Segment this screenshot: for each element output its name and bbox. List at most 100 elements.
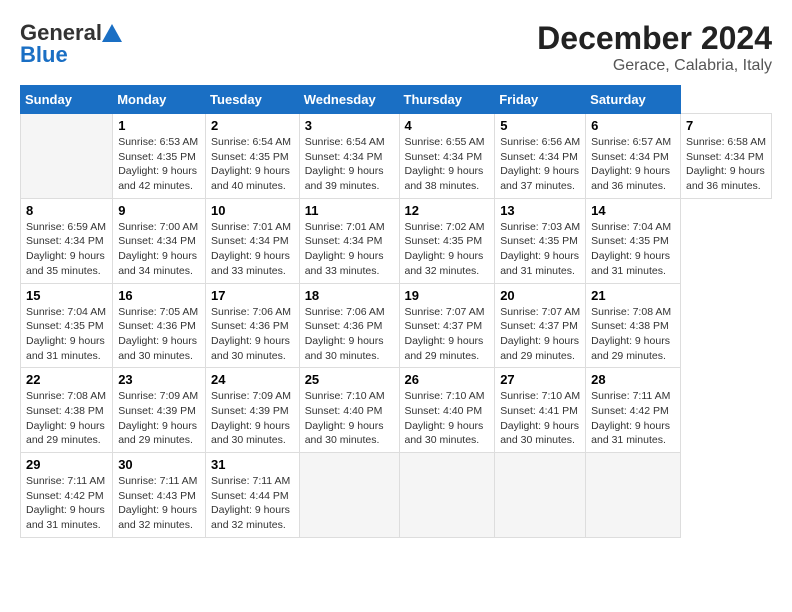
calendar-cell: 3Sunrise: 6:54 AM Sunset: 4:34 PM Daylig… — [299, 114, 399, 199]
calendar-cell: 15 Sunrise: 7:04 AM Sunset: 4:35 PM Dayli… — [21, 283, 113, 368]
day-number: 30 — [118, 457, 200, 472]
calendar-cell — [399, 453, 495, 538]
day-number: 25 — [305, 372, 394, 387]
calendar-cell: 12Sunrise: 7:02 AM Sunset: 4:35 PM Dayli… — [399, 198, 495, 283]
logo: General Blue — [20, 20, 122, 68]
day-info: Sunrise: 7:01 AM Sunset: 4:34 PM Dayligh… — [305, 220, 394, 279]
day-number: 6 — [591, 118, 675, 133]
calendar-header-friday: Friday — [495, 86, 586, 114]
day-info: Sunrise: 7:11 AM Sunset: 4:42 PM Dayligh… — [26, 474, 107, 533]
calendar-cell: 27 Sunrise: 7:10 AM Sunset: 4:41 PM Dayli… — [495, 368, 586, 453]
calendar-cell: 14 Sunrise: 7:04 AM Sunset: 4:35 PM Dayli… — [586, 198, 681, 283]
day-info: Sunrise: 6:56 AM Sunset: 4:34 PM Dayligh… — [500, 135, 580, 194]
day-info: Sunrise: 7:07 AM Sunset: 4:37 PM Dayligh… — [500, 305, 580, 364]
day-info: Sunrise: 7:05 AM Sunset: 4:36 PM Dayligh… — [118, 305, 200, 364]
calendar-header-saturday: Saturday — [586, 86, 681, 114]
day-number: 7 — [686, 118, 766, 133]
day-info: Sunrise: 7:02 AM Sunset: 4:35 PM Dayligh… — [405, 220, 490, 279]
day-info: Sunrise: 7:08 AM Sunset: 4:38 PM Dayligh… — [591, 305, 675, 364]
calendar-cell: 24Sunrise: 7:09 AM Sunset: 4:39 PM Dayli… — [206, 368, 300, 453]
calendar-cell — [586, 453, 681, 538]
calendar-cell: 29 Sunrise: 7:11 AM Sunset: 4:42 PM Dayli… — [21, 453, 113, 538]
day-info: Sunrise: 7:06 AM Sunset: 4:36 PM Dayligh… — [211, 305, 294, 364]
calendar-header-thursday: Thursday — [399, 86, 495, 114]
day-info: Sunrise: 7:04 AM Sunset: 4:35 PM Dayligh… — [591, 220, 675, 279]
day-info: Sunrise: 7:10 AM Sunset: 4:40 PM Dayligh… — [405, 389, 490, 448]
day-info: Sunrise: 6:58 AM Sunset: 4:34 PM Dayligh… — [686, 135, 766, 194]
calendar-week-row: 22Sunrise: 7:08 AM Sunset: 4:38 PM Dayli… — [21, 368, 772, 453]
day-info: Sunrise: 7:11 AM Sunset: 4:42 PM Dayligh… — [591, 389, 675, 448]
day-number: 20 — [500, 288, 580, 303]
day-info: Sunrise: 6:59 AM Sunset: 4:34 PM Dayligh… — [26, 220, 107, 279]
day-number: 27 — [500, 372, 580, 387]
day-info: Sunrise: 7:03 AM Sunset: 4:35 PM Dayligh… — [500, 220, 580, 279]
day-number: 22 — [26, 372, 107, 387]
calendar-week-row: 15 Sunrise: 7:04 AM Sunset: 4:35 PM Dayli… — [21, 283, 772, 368]
day-number: 11 — [305, 203, 394, 218]
calendar-cell: 1Sunrise: 6:53 AM Sunset: 4:35 PM Daylig… — [113, 114, 206, 199]
calendar-header-wednesday: Wednesday — [299, 86, 399, 114]
calendar-cell — [495, 453, 586, 538]
calendar-cell: 4 Sunrise: 6:55 AM Sunset: 4:34 PM Daylig… — [399, 114, 495, 199]
calendar-cell: 16Sunrise: 7:05 AM Sunset: 4:36 PM Dayli… — [113, 283, 206, 368]
calendar-header-tuesday: Tuesday — [206, 86, 300, 114]
page-header: General Blue December 2024 Gerace, Calab… — [20, 20, 772, 75]
calendar-cell: 13 Sunrise: 7:03 AM Sunset: 4:35 PM Dayli… — [495, 198, 586, 283]
day-number: 26 — [405, 372, 490, 387]
calendar-cell — [21, 114, 113, 199]
day-info: Sunrise: 7:10 AM Sunset: 4:40 PM Dayligh… — [305, 389, 394, 448]
day-number: 17 — [211, 288, 294, 303]
calendar-cell: 23Sunrise: 7:09 AM Sunset: 4:39 PM Dayli… — [113, 368, 206, 453]
day-number: 10 — [211, 203, 294, 218]
day-info: Sunrise: 7:06 AM Sunset: 4:36 PM Dayligh… — [305, 305, 394, 364]
day-number: 19 — [405, 288, 490, 303]
day-info: Sunrise: 7:04 AM Sunset: 4:35 PM Dayligh… — [26, 305, 107, 364]
day-info: Sunrise: 7:07 AM Sunset: 4:37 PM Dayligh… — [405, 305, 490, 364]
calendar-header-sunday: Sunday — [21, 86, 113, 114]
page-subtitle: Gerace, Calabria, Italy — [537, 57, 772, 75]
day-number: 31 — [211, 457, 294, 472]
day-number: 13 — [500, 203, 580, 218]
calendar-cell: 31 Sunrise: 7:11 AM Sunset: 4:44 PM Dayli… — [206, 453, 300, 538]
day-number: 5 — [500, 118, 580, 133]
logo-blue-text: Blue — [20, 42, 68, 68]
day-info: Sunrise: 7:10 AM Sunset: 4:41 PM Dayligh… — [500, 389, 580, 448]
day-info: Sunrise: 6:54 AM Sunset: 4:34 PM Dayligh… — [305, 135, 394, 194]
day-number: 4 — [405, 118, 490, 133]
day-number: 2 — [211, 118, 294, 133]
calendar-cell: 21 Sunrise: 7:08 AM Sunset: 4:38 PM Dayli… — [586, 283, 681, 368]
day-info: Sunrise: 7:00 AM Sunset: 4:34 PM Dayligh… — [118, 220, 200, 279]
day-number: 28 — [591, 372, 675, 387]
day-number: 14 — [591, 203, 675, 218]
calendar-cell: 26 Sunrise: 7:10 AM Sunset: 4:40 PM Dayli… — [399, 368, 495, 453]
day-info: Sunrise: 7:01 AM Sunset: 4:34 PM Dayligh… — [211, 220, 294, 279]
calendar-cell: 17 Sunrise: 7:06 AM Sunset: 4:36 PM Dayli… — [206, 283, 300, 368]
day-number: 29 — [26, 457, 107, 472]
calendar-cell: 25 Sunrise: 7:10 AM Sunset: 4:40 PM Dayli… — [299, 368, 399, 453]
day-number: 8 — [26, 203, 107, 218]
calendar-cell: 19 Sunrise: 7:07 AM Sunset: 4:37 PM Dayli… — [399, 283, 495, 368]
calendar-cell: 18 Sunrise: 7:06 AM Sunset: 4:36 PM Dayli… — [299, 283, 399, 368]
logo-icon — [102, 22, 122, 44]
calendar-cell: 10 Sunrise: 7:01 AM Sunset: 4:34 PM Dayli… — [206, 198, 300, 283]
calendar-header-row: SundayMondayTuesdayWednesdayThursdayFrid… — [21, 86, 772, 114]
calendar-cell: 20 Sunrise: 7:07 AM Sunset: 4:37 PM Dayli… — [495, 283, 586, 368]
day-info: Sunrise: 7:11 AM Sunset: 4:44 PM Dayligh… — [211, 474, 294, 533]
calendar-body: 1Sunrise: 6:53 AM Sunset: 4:35 PM Daylig… — [21, 114, 772, 538]
day-info: Sunrise: 6:53 AM Sunset: 4:35 PM Dayligh… — [118, 135, 200, 194]
day-info: Sunrise: 7:09 AM Sunset: 4:39 PM Dayligh… — [211, 389, 294, 448]
calendar-cell: 7 Sunrise: 6:58 AM Sunset: 4:34 PM Daylig… — [680, 114, 771, 199]
calendar-week-row: 29 Sunrise: 7:11 AM Sunset: 4:42 PM Dayli… — [21, 453, 772, 538]
calendar-cell: 9Sunrise: 7:00 AM Sunset: 4:34 PM Daylig… — [113, 198, 206, 283]
calendar-week-row: 1Sunrise: 6:53 AM Sunset: 4:35 PM Daylig… — [21, 114, 772, 199]
calendar-cell — [299, 453, 399, 538]
calendar-cell: 22Sunrise: 7:08 AM Sunset: 4:38 PM Dayli… — [21, 368, 113, 453]
page-title: December 2024 — [537, 20, 772, 57]
day-number: 18 — [305, 288, 394, 303]
day-number: 21 — [591, 288, 675, 303]
day-info: Sunrise: 7:11 AM Sunset: 4:43 PM Dayligh… — [118, 474, 200, 533]
day-number: 15 — [26, 288, 107, 303]
day-info: Sunrise: 6:55 AM Sunset: 4:34 PM Dayligh… — [405, 135, 490, 194]
title-block: December 2024 Gerace, Calabria, Italy — [537, 20, 772, 75]
day-info: Sunrise: 6:57 AM Sunset: 4:34 PM Dayligh… — [591, 135, 675, 194]
